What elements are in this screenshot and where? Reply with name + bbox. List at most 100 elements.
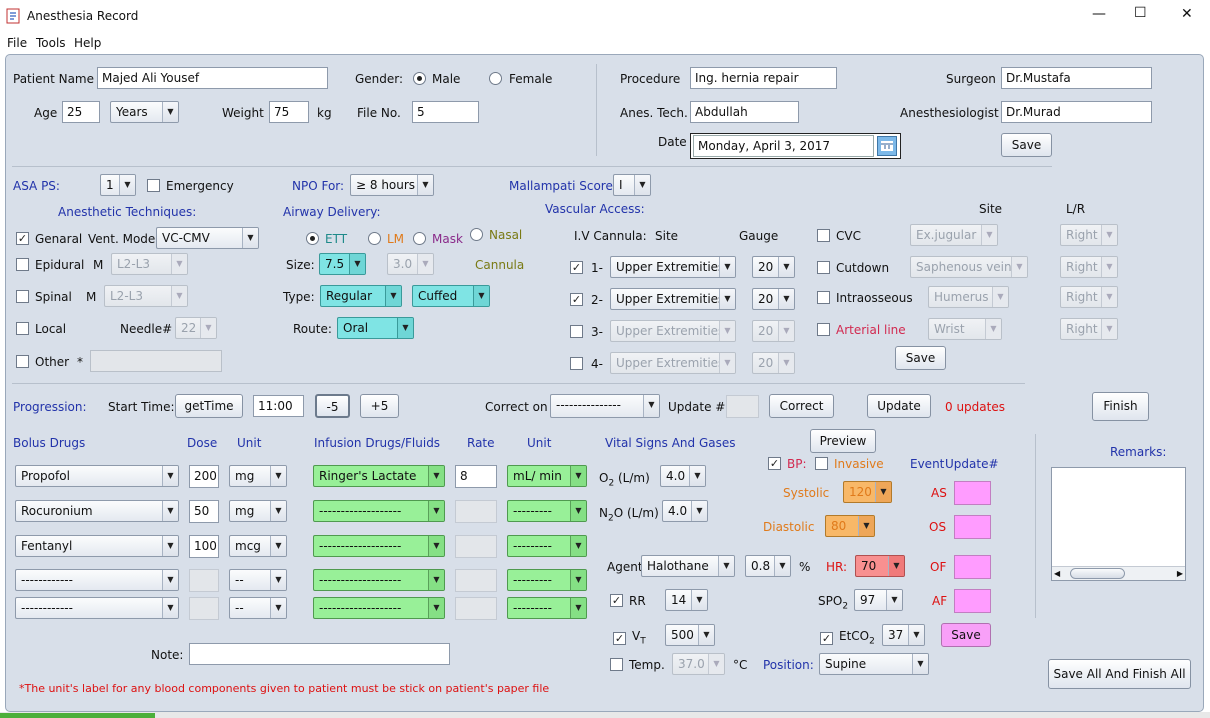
age-field[interactable]: 25 xyxy=(62,101,100,123)
event-as-update[interactable] xyxy=(954,481,991,505)
temp-checkbox[interactable] xyxy=(610,658,623,671)
scroll-right-icon[interactable]: ▶ xyxy=(1177,567,1183,580)
iv-1-checkbox[interactable]: ✓ xyxy=(570,261,583,274)
tube-size-select[interactable]: 7.5 ▼ xyxy=(319,253,366,275)
iv-2-site-select[interactable]: Upper Extremities ▼ xyxy=(610,288,736,310)
date-field[interactable]: Monday, April 3, 2017 xyxy=(693,135,874,157)
infusion-unit-1-select[interactable]: mL/ min ▼ xyxy=(507,465,587,487)
position-select[interactable]: Supine ▼ xyxy=(819,653,929,675)
arterial-site-select[interactable]: Wrist ▼ xyxy=(928,318,1002,340)
minus-5-button[interactable]: -5 xyxy=(315,394,350,418)
bp-checkbox[interactable]: ✓ xyxy=(768,457,781,470)
vitals-save-button[interactable]: Save xyxy=(941,623,991,647)
save-all-finish-button[interactable]: Save All And Finish All xyxy=(1048,659,1191,689)
iv-2-checkbox[interactable]: ✓ xyxy=(570,293,583,306)
infusion-rate-2-field[interactable] xyxy=(455,500,497,523)
minimize-button[interactable]: — xyxy=(1092,6,1106,22)
local-checkbox[interactable] xyxy=(16,322,29,335)
intraosseous-checkbox[interactable] xyxy=(817,291,830,304)
age-unit-select[interactable]: Years ▼ xyxy=(110,101,179,123)
temp-select[interactable]: 37.0 ▼ xyxy=(672,653,725,675)
bolus-unit-4-select[interactable]: -- ▼ xyxy=(229,569,287,591)
anesthesiologist-field[interactable]: Dr.Murad xyxy=(1001,101,1152,123)
female-radio[interactable] xyxy=(489,72,502,85)
systolic-select[interactable]: 120 ▼ xyxy=(843,481,892,503)
patient-name-field[interactable]: Majed Ali Yousef xyxy=(97,67,328,89)
epidural-level-select[interactable]: L2-L3 ▼ xyxy=(111,253,188,275)
arterial-side-select[interactable]: Right ▼ xyxy=(1060,318,1118,340)
iv-3-checkbox[interactable] xyxy=(570,325,583,338)
other-field[interactable] xyxy=(90,350,222,372)
bolus-dose-5-field[interactable] xyxy=(189,597,219,620)
cutdown-side-select[interactable]: Right ▼ xyxy=(1060,256,1118,278)
n2o-flow-select[interactable]: 4.0 ▼ xyxy=(662,500,708,522)
rr-select[interactable]: 14 ▼ xyxy=(665,589,708,611)
needle-select[interactable]: 22 ▼ xyxy=(175,317,217,339)
bolus-dose-3-field[interactable]: 100 xyxy=(189,535,219,558)
remarks-scrollbar[interactable]: ◀ ▶ xyxy=(1052,566,1185,580)
anes-tech-field[interactable]: Abdullah xyxy=(690,101,799,123)
finish-button[interactable]: Finish xyxy=(1092,392,1149,421)
vt-checkbox[interactable]: ✓ xyxy=(613,632,626,645)
file-no-field[interactable]: 5 xyxy=(412,101,479,123)
arterial-line-checkbox[interactable] xyxy=(817,323,830,336)
lm-radio[interactable] xyxy=(368,232,381,245)
invasive-checkbox[interactable] xyxy=(815,457,828,470)
mask-radio[interactable] xyxy=(413,232,426,245)
correct-button[interactable]: Correct xyxy=(769,394,834,418)
vascular-save-button[interactable]: Save xyxy=(895,346,946,370)
intraosseous-site-select[interactable]: Humerus ▼ xyxy=(928,286,1009,308)
start-time-field[interactable]: 11:00 xyxy=(253,395,304,417)
rr-checkbox[interactable]: ✓ xyxy=(610,594,623,607)
note-field[interactable] xyxy=(189,643,450,665)
cuff-select[interactable]: Cuffed ▼ xyxy=(412,285,490,307)
male-radio[interactable] xyxy=(413,72,426,85)
remarks-textarea[interactable]: ◀ ▶ xyxy=(1051,467,1186,581)
infusion-unit-5-select[interactable]: --------- ▼ xyxy=(507,597,587,619)
agent-percent-select[interactable]: 0.8 ▼ xyxy=(745,555,791,577)
infusion-unit-2-select[interactable]: --------- ▼ xyxy=(507,500,587,522)
asa-select[interactable]: 1 ▼ xyxy=(100,174,136,196)
iv-4-gauge-select[interactable]: 20 ▼ xyxy=(752,352,795,374)
tube-size2-select[interactable]: 3.0 ▼ xyxy=(387,253,434,275)
general-checkbox[interactable]: ✓ xyxy=(16,232,29,245)
cvc-site-select[interactable]: Ex.jugular ▼ xyxy=(910,224,998,246)
iv-4-checkbox[interactable] xyxy=(570,357,583,370)
vent-mode-select[interactable]: VC-CMV ▼ xyxy=(156,227,259,249)
intraosseous-side-select[interactable]: Right ▼ xyxy=(1060,286,1118,308)
infusion-rate-1-field[interactable]: 8 xyxy=(455,465,497,488)
menu-help[interactable]: Help xyxy=(74,35,101,51)
event-af-update[interactable] xyxy=(954,589,991,613)
etco2-select[interactable]: 37 ▼ xyxy=(882,624,925,646)
bolus-drug-5-select[interactable]: ------------ ▼ xyxy=(15,597,179,619)
scroll-left-icon[interactable]: ◀ xyxy=(1054,567,1060,580)
cutdown-site-select[interactable]: Saphenous vein ▼ xyxy=(910,256,1028,278)
menu-tools[interactable]: Tools xyxy=(36,35,66,51)
bolus-dose-1-field[interactable]: 200 xyxy=(189,465,219,488)
maximize-button[interactable]: ☐ xyxy=(1134,5,1147,21)
procedure-field[interactable]: Ing. hernia repair xyxy=(690,67,837,89)
mallampati-select[interactable]: I ▼ xyxy=(613,174,651,196)
infusion-rate-5-field[interactable] xyxy=(455,597,497,620)
menu-file[interactable]: File xyxy=(7,35,27,51)
bolus-dose-2-field[interactable]: 50 xyxy=(189,500,219,523)
bolus-unit-1-select[interactable]: mg ▼ xyxy=(229,465,287,487)
bolus-drug-2-select[interactable]: Rocuronium ▼ xyxy=(15,500,179,522)
procedure-save-button[interactable]: Save xyxy=(1001,133,1052,157)
iv-1-site-select[interactable]: Upper Extremities ▼ xyxy=(610,256,736,278)
iv-3-site-select[interactable]: Upper Extremities ▼ xyxy=(610,320,736,342)
other-checkbox[interactable] xyxy=(16,355,29,368)
tidal-volume-select[interactable]: 500 ▼ xyxy=(665,624,715,646)
infusion-drug-1-select[interactable]: Ringer's Lactate ▼ xyxy=(313,465,445,487)
infusion-rate-4-field[interactable] xyxy=(455,569,497,592)
bolus-dose-4-field[interactable] xyxy=(189,569,219,592)
spinal-checkbox[interactable] xyxy=(16,290,29,303)
diastolic-select[interactable]: 80 ▼ xyxy=(825,515,875,537)
route-select[interactable]: Oral ▼ xyxy=(337,317,414,339)
preview-button[interactable]: Preview xyxy=(810,429,876,453)
epidural-checkbox[interactable] xyxy=(16,258,29,271)
infusion-drug-3-select[interactable]: ------------------- ▼ xyxy=(313,535,445,557)
surgeon-field[interactable]: Dr.Mustafa xyxy=(1001,67,1152,89)
tube-type-select[interactable]: Regular ▼ xyxy=(320,285,402,307)
scroll-thumb[interactable] xyxy=(1070,568,1125,579)
